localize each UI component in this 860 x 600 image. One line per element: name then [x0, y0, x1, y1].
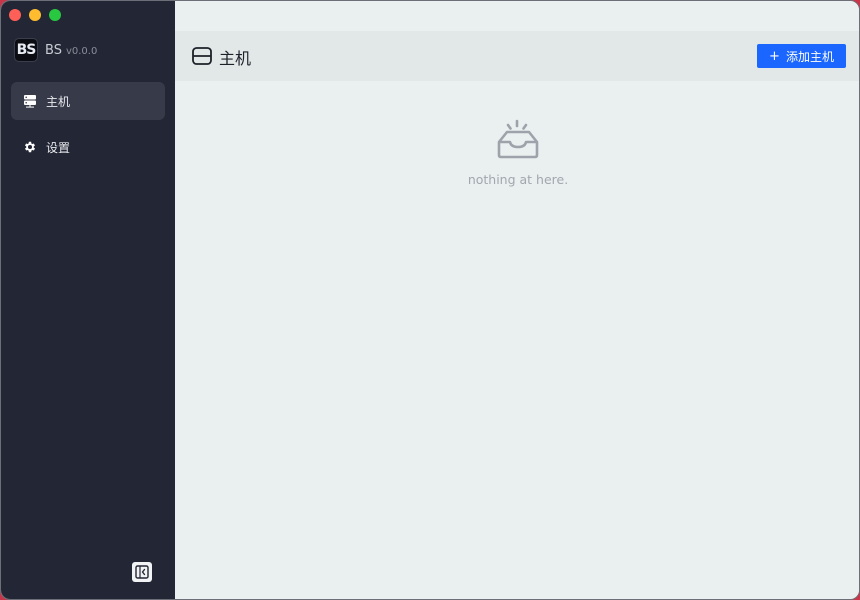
maximize-window-button[interactable] [49, 9, 61, 21]
main-content: 主机 + 添加主机 nothing at here. [175, 1, 859, 599]
plus-icon: + [769, 48, 780, 64]
page-header: 主机 + 添加主机 [175, 31, 859, 81]
close-window-button[interactable] [9, 9, 21, 21]
add-host-button[interactable]: + 添加主机 [757, 44, 846, 68]
empty-state-text: nothing at here. [467, 172, 569, 187]
server-icon [192, 47, 212, 65]
app-name: BS [45, 42, 62, 58]
empty-state: nothing at here. [175, 119, 859, 187]
brand: BS BS v0.0.0 [14, 38, 97, 62]
add-host-button-label: 添加主机 [785, 49, 834, 64]
page-title: 主机 [219, 49, 252, 68]
sidebar-item-settings[interactable]: 设置 [11, 128, 165, 166]
sidebar-item-label: 主机 [46, 94, 71, 109]
sidebar-item-hosts[interactable]: 主机 [11, 82, 165, 120]
app-logo: BS [14, 38, 38, 62]
sidebar: BS BS v0.0.0 主机 设置 [1, 1, 175, 599]
sidebar-item-label: 设置 [46, 140, 71, 155]
gear-icon [23, 140, 37, 154]
app-window: BS BS v0.0.0 主机 设置 主机 + 添加主机 nothing at … [0, 0, 860, 600]
app-version: v0.0.0 [65, 45, 98, 57]
minimize-window-button[interactable] [29, 9, 41, 21]
window-controls [9, 9, 61, 21]
collapse-icon [135, 565, 149, 579]
empty-inbox-icon [497, 119, 539, 159]
collapse-sidebar-button[interactable] [132, 562, 152, 582]
server-icon [23, 94, 37, 108]
